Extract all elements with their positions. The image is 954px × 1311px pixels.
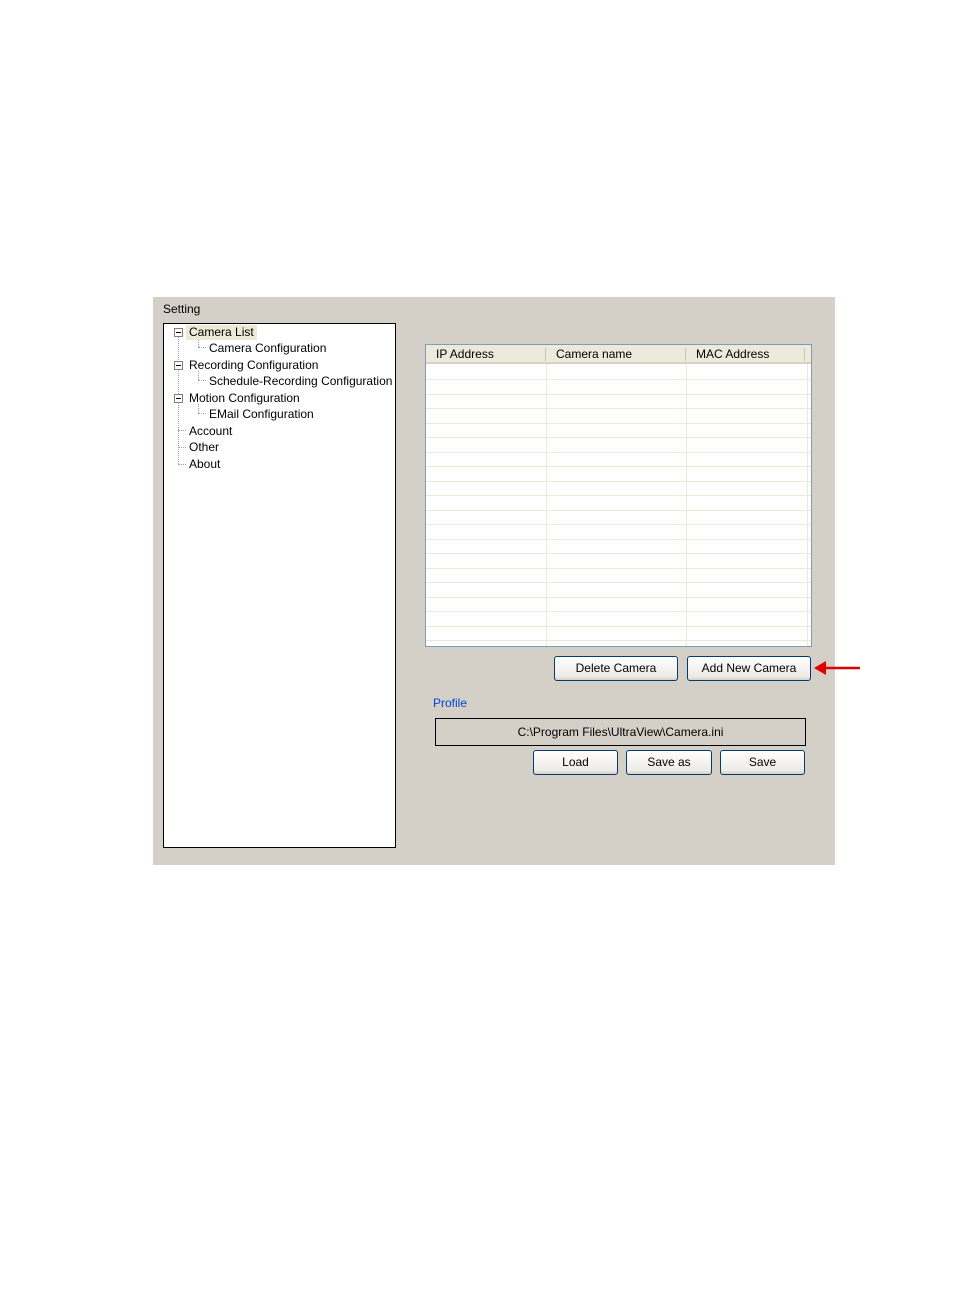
collapse-icon[interactable]	[174, 394, 183, 403]
grid-row-line	[426, 611, 811, 612]
save-as-button[interactable]: Save as	[626, 750, 712, 775]
grid-row-line	[426, 423, 811, 424]
tree-item-schedule-recording-configuration[interactable]: Schedule-Recording Configuration	[206, 374, 395, 389]
grid-row-line	[426, 466, 811, 467]
tree-connector	[178, 447, 186, 448]
tree-item-recording-configuration[interactable]: Recording Configuration	[186, 358, 321, 373]
load-button[interactable]: Load	[533, 750, 618, 775]
grid-row-line	[426, 379, 811, 380]
tree-item-about[interactable]: About	[186, 457, 223, 472]
tree-connector	[178, 464, 186, 465]
profile-group-label: Profile	[433, 696, 468, 710]
grid-row-line	[426, 452, 811, 453]
grid-column-line	[546, 364, 547, 646]
tree-connector	[178, 430, 186, 431]
grid-row-line	[426, 481, 811, 482]
column-separator[interactable]	[804, 348, 805, 361]
delete-camera-button[interactable]: Delete Camera	[554, 656, 678, 681]
save-button[interactable]: Save	[720, 750, 805, 775]
grid-row-line	[426, 568, 811, 569]
grid-row-line	[426, 553, 811, 554]
grid-row-line	[426, 510, 811, 511]
settings-window: Setting Camera List Camera Configuration…	[153, 297, 835, 865]
collapse-icon[interactable]	[174, 328, 183, 337]
grid-column-line	[686, 364, 687, 646]
tree-item-other[interactable]: Other	[186, 440, 222, 455]
add-new-camera-button[interactable]: Add New Camera	[687, 656, 811, 681]
profile-path-field: C:\Program Files\UltraView\Camera.ini	[435, 718, 806, 746]
window-title: Setting	[163, 302, 201, 316]
grid-row-line	[426, 640, 811, 641]
tree-connector	[198, 380, 206, 381]
collapse-icon[interactable]	[174, 361, 183, 370]
left-arrow-icon	[814, 661, 860, 675]
tree-connector	[198, 413, 206, 414]
column-header-ip-address[interactable]: IP Address	[426, 345, 546, 364]
settings-tree[interactable]: Camera List Camera Configuration Recordi…	[163, 323, 396, 848]
grid-row-line	[426, 524, 811, 525]
grid-row-line	[426, 408, 811, 409]
camera-list-table[interactable]: IP Address Camera name MAC Address	[425, 344, 812, 647]
tree-item-email-configuration[interactable]: EMail Configuration	[206, 407, 317, 422]
table-header: IP Address Camera name MAC Address	[426, 345, 811, 364]
tree-item-motion-configuration[interactable]: Motion Configuration	[186, 391, 303, 406]
grid-row-line	[426, 597, 811, 598]
grid-row-line	[426, 539, 811, 540]
grid-column-line	[807, 364, 808, 646]
grid-row-line	[426, 437, 811, 438]
tree-connector	[198, 347, 206, 348]
grid-row-line	[426, 626, 811, 627]
tree-item-camera-configuration[interactable]: Camera Configuration	[206, 341, 329, 356]
grid-row-line	[426, 394, 811, 395]
column-header-mac-address[interactable]: MAC Address	[686, 345, 806, 364]
grid-row-line	[426, 582, 811, 583]
tree-item-camera-list[interactable]: Camera List	[186, 325, 257, 340]
column-header-camera-name[interactable]: Camera name	[546, 345, 686, 364]
grid-row-line	[426, 495, 811, 496]
tree-item-account[interactable]: Account	[186, 424, 235, 439]
